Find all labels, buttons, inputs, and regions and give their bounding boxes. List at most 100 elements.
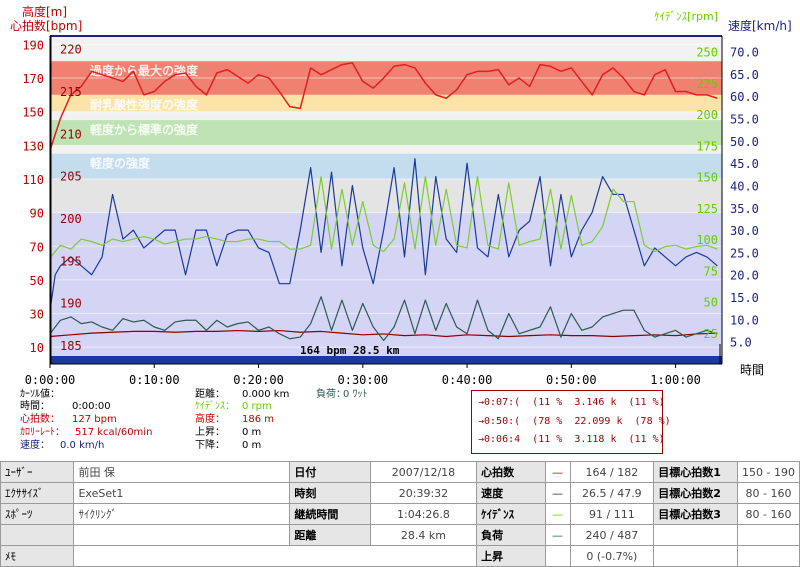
- altitude-tick-label: 200: [60, 212, 82, 226]
- cursor-ascent-label: 上昇：: [195, 427, 225, 438]
- zone-label: 軽度から標準の強度: [90, 122, 199, 137]
- speed-tick-label: 40.0: [730, 179, 759, 193]
- target2-label: 目標心拍数2: [653, 482, 739, 504]
- hr-zone-band: [50, 212, 722, 364]
- user-value: 前田 保: [73, 461, 291, 483]
- duration-label: 継続時間: [289, 503, 371, 525]
- hr-axis-title: 心拍数[bpm]: [10, 18, 82, 33]
- speed-tick-label: 20.0: [730, 269, 759, 283]
- hr-zone-band: [50, 178, 722, 213]
- cursor-label: ｶｰｿﾙ値：: [20, 389, 60, 400]
- cursor-calorie-value: 517 kcal/60min: [75, 427, 153, 438]
- cursor-speed-value: 0.0 km/h: [60, 440, 105, 451]
- zone-label: 耐乳酸性強度の強度: [90, 97, 199, 112]
- speed-tick-label: 70.0: [730, 46, 759, 60]
- memo-value[interactable]: [73, 545, 478, 567]
- lap-row[interactable]: →0:07:( (11 % 3.146 k (11 %): [478, 397, 665, 408]
- blank-label: [0, 524, 75, 546]
- cursor-values-panel: ｶｰｿﾙ値： 時間： 0:00:00 心拍数： 127 bpm ｶﾛﾘｰﾚｰﾄ：…: [20, 389, 346, 459]
- load-label: 負荷: [476, 524, 546, 546]
- cursor-speed-label: 速度：: [20, 440, 50, 451]
- target1-label: 目標心拍数1: [653, 461, 739, 483]
- cadence-tick-label: 25: [704, 327, 718, 341]
- speed-tick-label: 5.0: [730, 336, 752, 350]
- x-tick-label: 0:40:00: [442, 373, 493, 387]
- cadence-tick-label: 125: [696, 202, 718, 216]
- distance-value: 28.4 km: [369, 524, 478, 546]
- hr-tick-label: 150: [22, 106, 44, 120]
- cadence-axis-title: ｹｲﾃﾞﾝｽ[rpm]: [654, 10, 718, 23]
- x-tick-label: 0:20:00: [233, 373, 284, 387]
- training-chart[interactable]: 過度から最大の強度耐乳酸性強度の強度軽度から標準の強度軽度の強度164 bpm …: [0, 0, 800, 390]
- date-value: 2007/12/18: [369, 461, 478, 483]
- ascent-label: 上昇: [476, 545, 546, 567]
- ascent-swatch: [544, 545, 571, 567]
- duration-value: 1:04:26.8: [369, 503, 478, 525]
- lap-list[interactable]: →0:07:( (11 % 3.146 k (11 %) →0:50:( (78…: [471, 390, 671, 454]
- date-label: 日付: [289, 461, 371, 483]
- hr-tick-label: 30: [30, 308, 44, 322]
- speed-tick-label: 30.0: [730, 224, 759, 238]
- cursor-cadence-value: 0 rpm: [242, 401, 272, 412]
- altitude-tick-label: 205: [60, 170, 82, 184]
- speed-tick-label: 25.0: [730, 246, 759, 260]
- cadence-tick-label: 175: [696, 139, 718, 153]
- hr-tick-label: 130: [22, 139, 44, 153]
- x-tick-label: 0:30:00: [338, 373, 389, 387]
- x-tick-label: 0:10:00: [129, 373, 180, 387]
- hr-zone-band: [50, 153, 722, 179]
- speed-tick-label: 65.0: [730, 68, 759, 82]
- lap-row[interactable]: →0:06:4 (11 % 3.118 k (11 %): [478, 434, 665, 445]
- cursor-hr-value: 127 bpm: [72, 414, 117, 425]
- cursor-hr-label: 心拍数：: [20, 414, 60, 425]
- blank-value: [73, 524, 291, 546]
- speed-axis-title: 速度[km/h]: [728, 18, 792, 33]
- empty-cell: [737, 545, 800, 567]
- load-swatch: —: [544, 524, 571, 546]
- target3-value: 80 - 160: [737, 503, 800, 525]
- x-tick-label: 0:00:00: [25, 373, 76, 387]
- empty-cell: [653, 524, 739, 546]
- x-axis-title: 時間: [740, 363, 764, 377]
- cadence-swatch: —: [544, 503, 571, 525]
- cursor-distance-label: 距離：: [195, 389, 225, 400]
- speed-tick-label: 45.0: [730, 157, 759, 171]
- cursor-ascent-value: 0 m: [242, 427, 262, 438]
- sport-value: ｻｲｸﾘﾝｸﾞ: [73, 503, 291, 525]
- distance-label: 距離: [289, 524, 371, 546]
- x-tick-label: 0:50:00: [546, 373, 597, 387]
- summary-table: ﾕｰｻﾞｰ 前田 保 日付 2007/12/18 心拍数 — 164 / 182…: [0, 461, 800, 567]
- cursor-cadence-label: ｹｲﾃﾞﾝｽ：: [195, 401, 235, 412]
- time-value: 20:39:32: [369, 482, 478, 504]
- cadence-tick-label: 75: [704, 264, 718, 278]
- hr-tick-label: 70: [30, 240, 44, 254]
- exercise-label: ｴｸｻｻｲｽﾞ: [0, 482, 75, 504]
- cursor-descent-value: 0 m: [242, 440, 262, 451]
- cadence-tick-label: 225: [696, 77, 718, 91]
- cursor-load-value: 0 ﾜｯﾄ: [343, 389, 368, 400]
- altitude-tick-label: 190: [60, 297, 82, 311]
- sport-label: ｽﾎﾟｰﾂ: [0, 503, 75, 525]
- cadence-label: ｹｲﾃﾞﾝｽ: [476, 503, 546, 525]
- cursor-altitude-value: 186 m: [242, 414, 275, 425]
- cursor-time-label: 時間：: [20, 401, 50, 412]
- cadence-tick-label: 50: [704, 296, 718, 310]
- cadence-tick-label: 150: [696, 171, 718, 185]
- speed-tick-label: 50.0: [730, 135, 759, 149]
- target3-label: 目標心拍数3: [653, 503, 739, 525]
- cursor-altitude-label: 高度：: [195, 414, 225, 425]
- speed-swatch: —: [544, 482, 571, 504]
- hr-tick-label: 170: [22, 72, 44, 86]
- altitude-tick-label: 215: [60, 85, 82, 99]
- speed-tick-label: 10.0: [730, 313, 759, 327]
- speed-label: 速度: [476, 482, 546, 504]
- exercise-value: ExeSet1: [73, 482, 291, 504]
- altitude-tick-label: 220: [60, 43, 82, 57]
- user-label: ﾕｰｻﾞｰ: [0, 461, 75, 483]
- speed-tick-label: 15.0: [730, 291, 759, 305]
- hr-label: 心拍数: [476, 461, 546, 483]
- load-value: 240 / 487: [569, 524, 655, 546]
- lap-row[interactable]: →0:50:( (78 % 22.099 k (78 %): [478, 416, 671, 427]
- hr-tick-label: 90: [30, 207, 44, 221]
- cursor-calorie-label: ｶﾛﾘｰﾚｰﾄ：: [20, 427, 65, 438]
